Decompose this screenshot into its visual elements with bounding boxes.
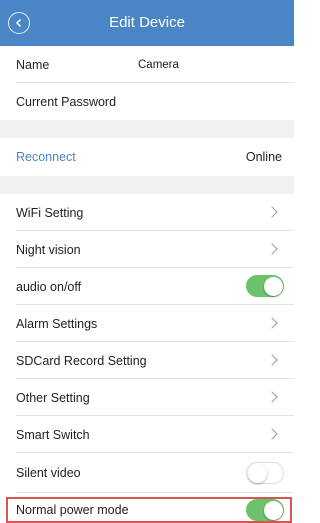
wifi-setting-row[interactable]: WiFi Setting [0,194,294,231]
sdcard-setting-label: SDCard Record Setting [16,354,147,368]
silent-video-label: Silent video [16,466,81,480]
silent-video-toggle[interactable] [246,462,284,484]
smart-switch-label: Smart Switch [16,428,90,442]
chevron-right-icon [266,391,278,403]
page-title: Edit Device [109,14,185,31]
alarm-settings-row[interactable]: Alarm Settings [0,305,294,342]
edit-device-screen: Edit Device Name Camera Current Password… [0,0,294,523]
group-gap [0,120,294,138]
night-vision-label: Night vision [16,243,81,257]
silent-video-row: Silent video [0,453,294,493]
wifi-setting-label: WiFi Setting [16,206,84,220]
normal-power-row: Normal power mode [0,497,294,523]
other-setting-row[interactable]: Other Setting [0,379,294,416]
night-vision-row[interactable]: Night vision [0,231,294,268]
password-label: Current Password [16,95,117,109]
audio-toggle[interactable] [246,275,284,297]
reconnect-link[interactable]: Reconnect [16,150,76,164]
chevron-right-icon [266,243,278,255]
chevron-right-icon [266,354,278,366]
chevron-right-icon [266,206,278,218]
name-row[interactable]: Name Camera [0,46,294,83]
connection-status: Online [245,150,282,164]
toggle-knob [248,463,267,483]
normal-power-toggle[interactable] [246,499,284,521]
password-row[interactable]: Current Password [0,83,294,120]
smart-switch-row[interactable]: Smart Switch [0,416,294,453]
chevron-right-icon [266,428,278,440]
nav-bar: Edit Device [0,0,294,46]
audio-row: audio on/off [0,268,294,305]
divider [16,492,294,493]
group-gap [0,176,294,194]
reconnect-row[interactable]: Reconnect Online [0,138,294,176]
alarm-settings-label: Alarm Settings [16,317,98,331]
audio-label: audio on/off [16,280,82,294]
other-setting-label: Other Setting [16,391,90,405]
name-value[interactable]: Camera [138,59,179,71]
toggle-knob [263,500,283,520]
toggle-knob [263,276,283,296]
sdcard-setting-row[interactable]: SDCard Record Setting [0,342,294,379]
normal-power-label: Normal power mode [16,503,129,517]
name-label: Name [16,58,50,72]
chevron-right-icon [266,317,278,329]
